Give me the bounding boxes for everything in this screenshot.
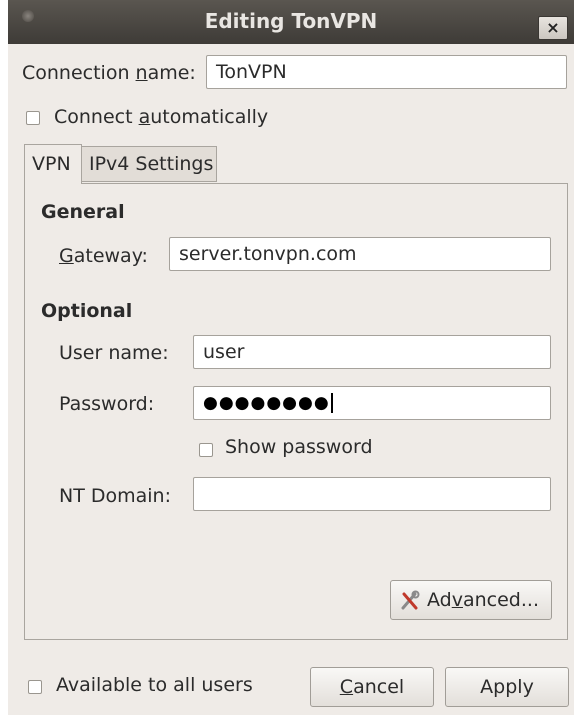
tab-vpn[interactable]: VPN bbox=[24, 144, 82, 184]
available-to-all-users-label[interactable]: Available to all users bbox=[56, 674, 253, 696]
nt-domain-input[interactable] bbox=[193, 477, 551, 511]
show-password-checkbox[interactable] bbox=[199, 443, 213, 457]
tab-vpn-label: VPN bbox=[32, 153, 71, 175]
edit-connection-dialog: Editing TonVPN × Connection name: TonVPN… bbox=[8, 0, 574, 715]
cancel-button[interactable]: Cancel bbox=[310, 667, 434, 707]
titlebar: Editing TonVPN × bbox=[8, 0, 574, 44]
password-input[interactable]: ●●●●●●●● bbox=[193, 386, 551, 420]
apply-button[interactable]: Apply bbox=[445, 667, 569, 707]
window-title: Editing TonVPN bbox=[204, 9, 378, 33]
connection-name-label: Connection name: bbox=[22, 62, 196, 84]
gateway-label: Gateway: bbox=[59, 245, 148, 267]
gateway-input[interactable]: server.tonvpn.com bbox=[169, 237, 551, 271]
optional-heading: Optional bbox=[41, 300, 133, 322]
connect-automatically-checkbox[interactable] bbox=[26, 111, 40, 125]
connection-name-input[interactable]: TonVPN bbox=[206, 55, 567, 89]
tab-ipv4-label: IPv4 Settings bbox=[89, 153, 214, 175]
nt-domain-label: NT Domain: bbox=[59, 485, 171, 507]
close-button[interactable]: × bbox=[538, 16, 568, 40]
username-input[interactable]: user bbox=[193, 335, 551, 369]
available-to-all-users-checkbox[interactable] bbox=[28, 680, 42, 694]
general-heading: General bbox=[41, 201, 125, 223]
advanced-button[interactable]: Advanced... bbox=[390, 580, 552, 620]
connect-automatically-label[interactable]: Connect automatically bbox=[54, 106, 268, 128]
username-label: User name: bbox=[59, 342, 169, 364]
wrench-screwdriver-icon bbox=[401, 590, 420, 610]
show-password-label[interactable]: Show password bbox=[225, 436, 373, 458]
password-label: Password: bbox=[59, 393, 155, 415]
tab-ipv4-settings[interactable]: IPv4 Settings bbox=[81, 146, 217, 182]
